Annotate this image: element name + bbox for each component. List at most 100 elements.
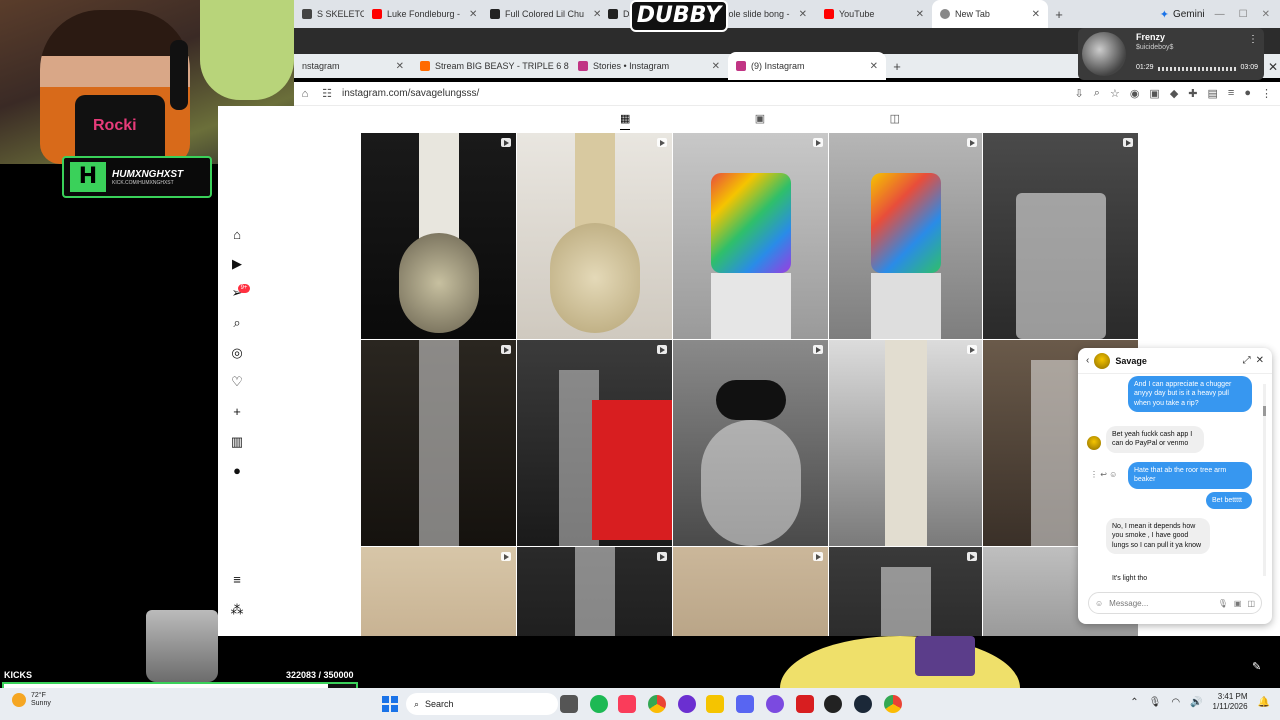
zoom-icon[interactable]: ⌕: [1094, 87, 1100, 100]
minimize-icon[interactable]: —: [1215, 9, 1225, 20]
tab-stream[interactable]: Stream BIG BEASY - TRIPLE 6 8✕: [412, 52, 570, 80]
explore-icon[interactable]: ◎: [228, 344, 246, 362]
post-tile[interactable]: [673, 340, 828, 546]
message-composer[interactable]: ☺ Message... 🎙 ▣ ◫: [1088, 592, 1262, 614]
image-icon[interactable]: ▣: [1234, 599, 1242, 608]
url-field[interactable]: instagram.com/savagelungsss/: [342, 88, 479, 99]
install-icon[interactable]: ⇩: [1075, 87, 1084, 100]
search-icon[interactable]: ⌕: [228, 314, 246, 332]
new-tab-button[interactable]: +: [1048, 7, 1070, 22]
back-icon[interactable]: ‹: [1086, 355, 1089, 366]
post-tile[interactable]: [517, 547, 672, 636]
spotify-icon[interactable]: [590, 695, 608, 713]
app-icon[interactable]: [678, 695, 696, 713]
post-tile[interactable]: [517, 340, 672, 546]
chat-contact-name[interactable]: Savage: [1115, 356, 1147, 366]
post-tile[interactable]: [673, 133, 828, 339]
profile-avatar-icon[interactable]: ●: [228, 462, 246, 480]
clock[interactable]: 3:41 PM 1/11/2026: [1213, 692, 1248, 713]
message-actions[interactable]: ⋮ ↩ ☺: [1090, 470, 1117, 479]
gemini-button[interactable]: ✦ Gemini: [1150, 8, 1215, 21]
waveform[interactable]: [1158, 67, 1236, 71]
post-tile[interactable]: [361, 133, 516, 339]
hamburger-menu-icon[interactable]: ≡: [228, 571, 246, 589]
tab-new-tab[interactable]: New Tab ✕: [932, 0, 1048, 28]
wifi-icon[interactable]: ◠: [1171, 697, 1180, 708]
tab-3[interactable]: Full Colored Lil Chu ✕: [482, 0, 600, 28]
close-icon[interactable]: ✕: [593, 9, 600, 20]
app-icon[interactable]: [796, 695, 814, 713]
reels-tab-icon[interactable]: ▣: [755, 112, 765, 130]
app-icon[interactable]: [766, 695, 784, 713]
post-tile[interactable]: [829, 547, 982, 636]
extension-icon[interactable]: ◆: [1170, 87, 1178, 100]
chrome-icon[interactable]: [648, 695, 666, 713]
mic-icon[interactable]: 🎙: [1218, 599, 1228, 608]
more-icon[interactable]: ⋮: [1248, 34, 1258, 45]
close-icon[interactable]: ✕: [396, 61, 404, 72]
emoji-icon[interactable]: ☺: [1095, 599, 1103, 608]
tab-1[interactable]: S SKELETO✕: [294, 0, 364, 28]
discord-icon[interactable]: [736, 695, 754, 713]
tab-stories[interactable]: Stories • Instagram ✕: [570, 52, 728, 80]
music-app-icon[interactable]: [618, 695, 636, 713]
tagged-icon[interactable]: ◫: [890, 112, 900, 130]
bookmark-star-icon[interactable]: ☆: [1110, 87, 1120, 100]
obs-icon[interactable]: [824, 695, 842, 713]
chrome-icon[interactable]: [884, 695, 902, 713]
close-icon[interactable]: ✕: [1256, 355, 1264, 366]
tab-6[interactable]: YouTube ✕: [816, 0, 932, 28]
puzzle-icon[interactable]: ✚: [1188, 87, 1197, 100]
scroll-thumb[interactable]: [1263, 406, 1266, 416]
message-input[interactable]: Message...: [1109, 599, 1212, 608]
close-icon[interactable]: ✕: [469, 9, 477, 20]
chat-scrollbar[interactable]: [1263, 384, 1266, 576]
taskview-icon[interactable]: [560, 695, 578, 713]
profile-icon[interactable]: ●: [1244, 87, 1251, 100]
post-tile[interactable]: [361, 547, 516, 636]
maximize-icon[interactable]: ☐: [1239, 9, 1248, 20]
taskbar-search[interactable]: ⌕ Search: [406, 693, 558, 715]
reels-icon[interactable]: ▶: [228, 255, 246, 273]
sidepanel-icon[interactable]: ▤: [1208, 87, 1218, 100]
mic-icon[interactable]: 🎙: [1149, 697, 1162, 708]
post-tile[interactable]: [361, 340, 516, 546]
post-tile[interactable]: [829, 133, 982, 339]
extension-icon[interactable]: ◉: [1130, 87, 1140, 100]
more-apps-icon[interactable]: ⁂: [228, 601, 246, 619]
new-tab-button[interactable]: +: [886, 59, 908, 74]
tab-2[interactable]: Luke Fondleburg - ✕: [364, 0, 482, 28]
folder-icon[interactable]: [706, 695, 724, 713]
windows-start-icon[interactable]: [382, 696, 398, 712]
volume-icon[interactable]: 🔊: [1190, 697, 1202, 708]
reading-list-icon[interactable]: ≡: [1228, 87, 1234, 100]
post-tile[interactable]: [829, 340, 982, 546]
posts-grid-icon[interactable]: ▦: [620, 112, 631, 130]
home-icon[interactable]: ⌂: [294, 88, 316, 100]
post-tile[interactable]: [517, 133, 672, 339]
steam-icon[interactable]: [854, 695, 872, 713]
create-icon[interactable]: +: [228, 403, 246, 421]
close-icon[interactable]: ✕: [916, 9, 924, 20]
extension-icon[interactable]: ▣: [1149, 87, 1159, 100]
close-icon[interactable]: ✕: [799, 9, 807, 20]
edit-pencil-icon[interactable]: ✎: [1252, 660, 1261, 673]
sticker-icon[interactable]: ◫: [1247, 599, 1255, 608]
heart-icon[interactable]: ♡: [228, 373, 246, 391]
close-icon[interactable]: ✕: [1032, 9, 1040, 20]
notification-bell-icon[interactable]: 🔔: [1258, 697, 1270, 708]
post-tile[interactable]: [673, 547, 828, 636]
tab-instagram[interactable]: nstagram ✕: [294, 52, 412, 80]
home-icon[interactable]: ⌂: [228, 226, 246, 244]
weather-widget[interactable]: 72°F Sunny: [12, 692, 51, 709]
close-window-icon[interactable]: ✕: [1262, 9, 1270, 20]
menu-icon[interactable]: ⋮: [1261, 87, 1272, 100]
close-icon[interactable]: ✕: [870, 61, 878, 72]
dashboard-icon[interactable]: ▥: [228, 433, 246, 451]
site-info-icon[interactable]: ☷: [316, 87, 338, 100]
avatar[interactable]: [1094, 352, 1111, 369]
expand-icon[interactable]: ⤢: [1243, 355, 1251, 366]
music-player[interactable]: Frenzy $uicideboy$ ⋮ 01:29 03:09: [1078, 28, 1264, 80]
post-tile[interactable]: [983, 133, 1138, 339]
close-icon[interactable]: ✕: [1268, 60, 1278, 74]
